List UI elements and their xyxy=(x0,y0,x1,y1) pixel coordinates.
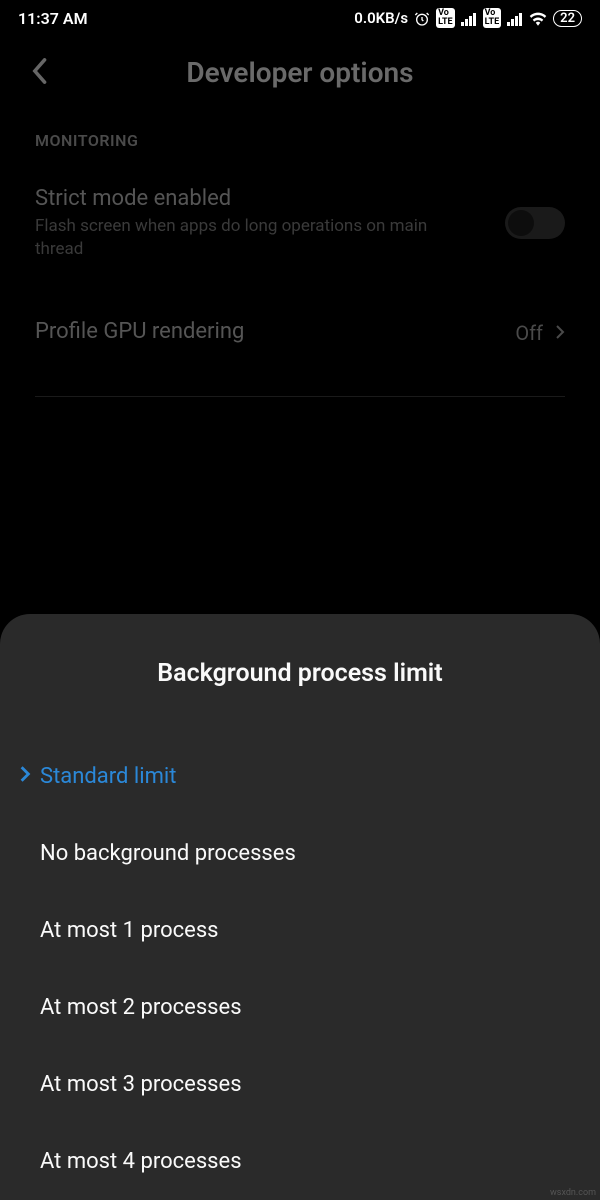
sheet-title: Background process limit xyxy=(0,659,600,688)
watermark: wsxdn.com xyxy=(550,1188,596,1198)
setting-strict-mode[interactable]: Strict mode enabled Flash screen when ap… xyxy=(0,168,600,279)
setting-value-group: Off xyxy=(515,321,565,345)
header: Developer options xyxy=(0,36,600,119)
divider xyxy=(35,396,565,397)
chevron-right-icon xyxy=(555,321,565,345)
battery-indicator: 22 xyxy=(553,10,582,27)
volte-icon-2: VoLTE xyxy=(483,8,502,28)
strict-mode-toggle[interactable] xyxy=(505,207,565,239)
status-right: 0.0KB/s VoLTE VoLTE 22 xyxy=(354,8,582,28)
option-label: No background processes xyxy=(40,841,296,866)
setting-title: Profile GPU rendering xyxy=(35,319,515,344)
option-at-most-2[interactable]: At most 2 processes xyxy=(0,969,600,1046)
option-label: At most 2 processes xyxy=(40,995,242,1020)
option-at-most-3[interactable]: At most 3 processes xyxy=(0,1046,600,1123)
status-bar: 11:37 AM 0.0KB/s VoLTE VoLTE 22 xyxy=(0,0,600,36)
option-label: At most 1 process xyxy=(40,918,219,943)
option-at-most-1[interactable]: At most 1 process xyxy=(0,892,600,969)
setting-main: Profile GPU rendering xyxy=(35,319,515,348)
setting-gpu-rendering[interactable]: Profile GPU rendering Off xyxy=(0,279,600,366)
option-standard-limit[interactable]: Standard limit xyxy=(0,738,600,815)
data-rate: 0.0KB/s xyxy=(354,9,408,27)
setting-main: Strict mode enabled Flash screen when ap… xyxy=(35,186,505,261)
chevron-right-icon xyxy=(18,764,32,789)
bottom-sheet: Background process limit Standard limit … xyxy=(0,614,600,1200)
page-title: Developer options xyxy=(30,56,570,89)
signal-icon-1 xyxy=(461,9,477,27)
status-time: 11:37 AM xyxy=(18,9,88,28)
setting-desc: Flash screen when apps do long operation… xyxy=(35,215,455,261)
option-label: At most 3 processes xyxy=(40,1072,242,1097)
option-no-background[interactable]: No background processes xyxy=(0,815,600,892)
wifi-icon xyxy=(529,9,547,27)
back-button[interactable] xyxy=(30,57,48,89)
setting-value: Off xyxy=(515,321,543,345)
setting-title: Strict mode enabled xyxy=(35,186,505,211)
signal-icon-2 xyxy=(507,9,523,27)
option-at-most-4[interactable]: At most 4 processes xyxy=(0,1123,600,1200)
alarm-icon xyxy=(414,9,430,27)
section-header-monitoring: MONITORING xyxy=(0,119,600,168)
volte-icon-1: VoLTE xyxy=(436,8,455,28)
option-label: Standard limit xyxy=(40,764,176,789)
option-label: At most 4 processes xyxy=(40,1149,242,1174)
